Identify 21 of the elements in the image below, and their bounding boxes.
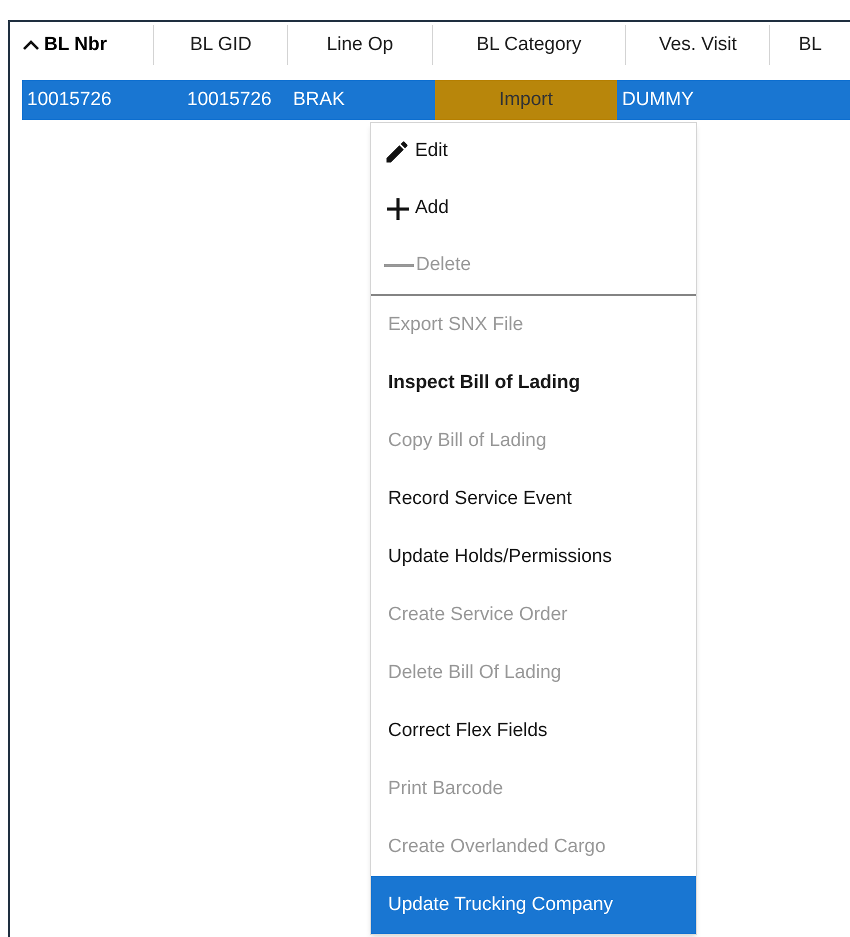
table-cell-text: BRAK <box>293 88 346 112</box>
column-header[interactable]: BL Nbr <box>22 25 154 65</box>
table-row[interactable]: 10015726 10015726 BRAK Import DUMMY <box>22 80 850 120</box>
table-cell-text: 10015726 <box>26 88 113 112</box>
menu-item[interactable]: Inspect Bill of Lading <box>371 354 696 412</box>
menu-item[interactable]: Edit <box>371 123 696 180</box>
menu-item[interactable]: Update Trucking Company <box>371 876 696 934</box>
column-header[interactable]: BL Category <box>432 25 626 65</box>
table-cell-text: DUMMY <box>622 88 695 112</box>
menu-item[interactable]: Update Holds/Permissions <box>371 528 696 586</box>
menu-item[interactable]: Record Service Event <box>371 470 696 528</box>
column-header[interactable]: BL <box>770 25 850 65</box>
menu-item[interactable]: Add <box>371 180 696 237</box>
column-header[interactable]: BL GID <box>154 25 288 65</box>
sort-ascending-icon <box>22 38 40 52</box>
column-header[interactable]: Line Op <box>288 25 433 65</box>
table-cell-text: 10015726 <box>187 88 273 112</box>
category-badge: Import <box>435 80 617 120</box>
menu-item[interactable]: Correct Flex Fields <box>371 702 696 760</box>
column-header[interactable]: Ves. Visit <box>626 25 770 65</box>
minus-icon <box>384 264 414 267</box>
